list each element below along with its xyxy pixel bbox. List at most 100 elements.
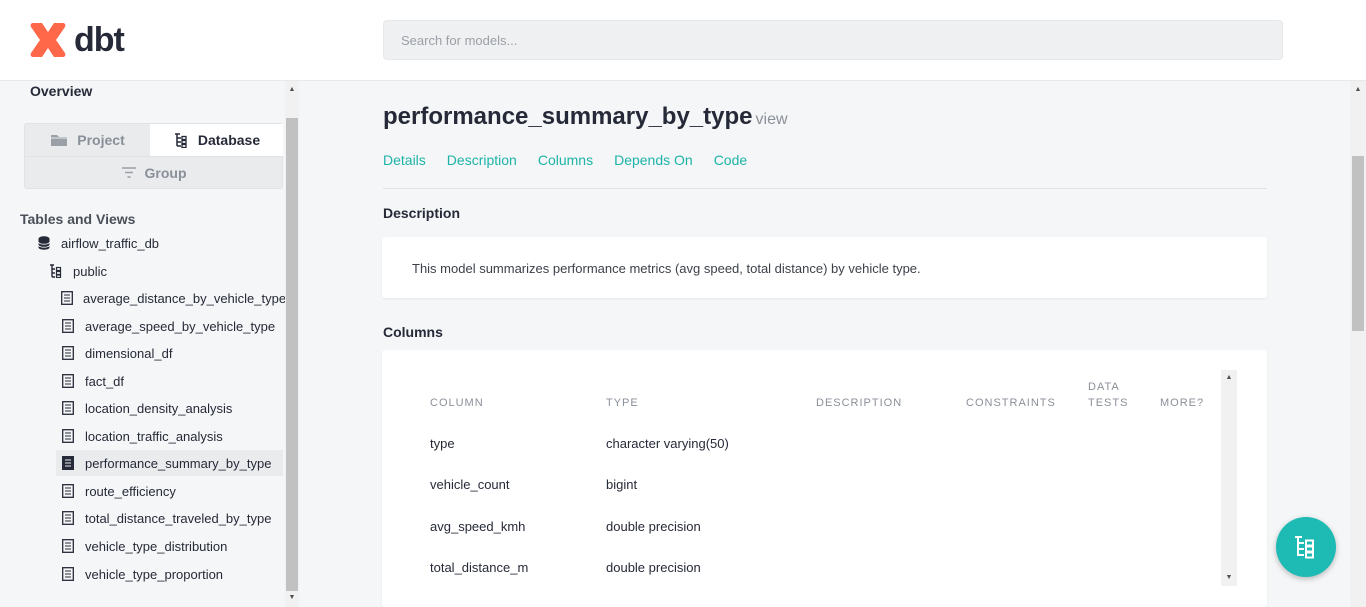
column-type-cell: double precision bbox=[606, 560, 701, 575]
header-column: COLUMN bbox=[430, 397, 484, 409]
tab-project[interactable]: Project bbox=[25, 124, 150, 156]
header-constraints: CONSTRAINTS bbox=[966, 397, 1056, 409]
model-name: performance_summary_by_type bbox=[383, 103, 753, 130]
tree-model-label: location_density_analysis bbox=[85, 400, 233, 416]
database-icon bbox=[37, 236, 51, 250]
document-icon bbox=[61, 401, 75, 415]
header-description: DESCRIPTION bbox=[816, 397, 903, 409]
tree-model-item[interactable]: location_traffic_analysis bbox=[56, 423, 283, 449]
tree-model-item[interactable]: dimensional_df bbox=[56, 340, 283, 366]
tree-model-label: dimensional_df bbox=[85, 345, 173, 361]
document-icon bbox=[61, 319, 75, 333]
tab-group[interactable]: Group bbox=[25, 156, 283, 188]
dbt-logo-icon bbox=[30, 23, 66, 57]
tab-group-label: Group bbox=[144, 164, 187, 181]
lineage-icon bbox=[1295, 536, 1314, 559]
nav-details[interactable]: Details bbox=[383, 152, 426, 168]
scroll-down-arrow-icon[interactable]: ▼ bbox=[285, 591, 299, 605]
document-icon bbox=[61, 346, 75, 360]
tree-model-label: average_speed_by_vehicle_type bbox=[85, 318, 276, 334]
scroll-up-arrow-icon[interactable]: ▲ bbox=[1352, 84, 1364, 96]
top-header: dbt bbox=[0, 0, 1366, 81]
tree-model-label: vehicle_type_proportion bbox=[85, 566, 224, 582]
tree-model-item[interactable]: average_distance_by_vehicle_type bbox=[56, 285, 287, 311]
columns-table-scrollbar[interactable]: ▲ ▼ bbox=[1221, 370, 1237, 586]
sidebar-tabs: Project Database Group bbox=[24, 123, 283, 189]
description-text: This model summarizes performance metric… bbox=[412, 261, 921, 276]
tab-database[interactable]: Database bbox=[150, 124, 283, 156]
tree-database-label: airflow_traffic_db bbox=[61, 235, 160, 251]
tree-model-label: average_distance_by_vehicle_type bbox=[83, 290, 287, 306]
nav-code[interactable]: Code bbox=[714, 152, 747, 168]
tree-model-item-active[interactable]: performance_summary_by_type bbox=[56, 450, 283, 476]
column-name-cell[interactable]: type bbox=[430, 436, 455, 451]
dbt-logo[interactable]: dbt bbox=[28, 20, 125, 60]
main-content: performance_summary_by_type view Details … bbox=[300, 81, 1350, 607]
header-data-tests-line2: TESTS bbox=[1088, 397, 1129, 409]
column-type-cell: bigint bbox=[606, 477, 638, 492]
columns-card: COLUMN TYPE DESCRIPTION CONSTRAINTS DATA… bbox=[382, 350, 1267, 607]
nav-description[interactable]: Description bbox=[447, 152, 517, 168]
document-icon bbox=[61, 291, 73, 305]
document-icon bbox=[61, 539, 75, 553]
tree-model-label: fact_df bbox=[85, 373, 125, 389]
nav-depends-on[interactable]: Depends On bbox=[614, 152, 693, 168]
tree-model-label: location_traffic_analysis bbox=[85, 428, 223, 444]
main-scrollbar-thumb[interactable] bbox=[1352, 156, 1364, 331]
tab-database-label: Database bbox=[197, 132, 261, 148]
tree-model-item[interactable]: fact_df bbox=[56, 368, 283, 394]
tree-model-label: total_distance_traveled_by_type bbox=[85, 510, 272, 526]
tree-schema-label: public bbox=[73, 263, 107, 279]
column-name-cell[interactable]: vehicle_count bbox=[430, 477, 510, 492]
header-more: MORE? bbox=[1160, 397, 1205, 409]
sidebar: Overview Project Database Group Tables a… bbox=[0, 81, 299, 607]
column-name-cell[interactable]: total_distance_m bbox=[430, 560, 528, 575]
page-title: performance_summary_by_type view bbox=[383, 103, 788, 131]
model-materialization: view bbox=[755, 111, 788, 128]
lineage-graph-button[interactable] bbox=[1276, 517, 1336, 577]
tree-model-label: vehicle_type_distribution bbox=[85, 538, 228, 554]
search-input[interactable] bbox=[383, 20, 1283, 60]
scroll-down-arrow-icon[interactable]: ▼ bbox=[1223, 572, 1235, 584]
column-type-cell: double precision bbox=[606, 519, 701, 534]
tree-model-label: route_efficiency bbox=[85, 483, 176, 499]
divider bbox=[383, 188, 1267, 189]
header-type: TYPE bbox=[606, 397, 639, 409]
tree-model-item[interactable]: average_speed_by_vehicle_type bbox=[56, 313, 283, 339]
tree-model-item[interactable]: location_density_analysis bbox=[56, 395, 283, 421]
overview-link[interactable]: Overview bbox=[30, 83, 92, 99]
hierarchy-icon bbox=[174, 132, 187, 148]
sidebar-scrollbar-thumb[interactable] bbox=[286, 118, 298, 591]
tree-model-item[interactable]: vehicle_type_distribution bbox=[56, 533, 283, 559]
document-icon bbox=[61, 567, 75, 581]
tree-model-item[interactable]: total_distance_traveled_by_type bbox=[56, 505, 283, 531]
document-filled-icon bbox=[61, 456, 75, 470]
document-icon bbox=[61, 484, 75, 498]
tree-schema[interactable]: public bbox=[49, 258, 107, 284]
section-nav: Details Description Columns Depends On C… bbox=[383, 152, 747, 168]
document-icon bbox=[61, 511, 75, 525]
document-icon bbox=[61, 374, 75, 388]
sidebar-scrollbar[interactable]: ▲ ▼ bbox=[285, 81, 299, 607]
tree-model-item[interactable]: route_efficiency bbox=[56, 478, 283, 504]
filter-icon bbox=[121, 167, 136, 178]
hierarchy-icon bbox=[49, 264, 63, 278]
tree-model-item[interactable]: vehicle_type_proportion bbox=[56, 561, 283, 587]
columns-heading: Columns bbox=[383, 324, 443, 340]
scroll-up-arrow-icon[interactable]: ▲ bbox=[1223, 372, 1235, 384]
tables-and-views-title: Tables and Views bbox=[20, 211, 136, 227]
description-heading: Description bbox=[383, 205, 461, 221]
logo-text: dbt bbox=[74, 21, 125, 59]
scroll-up-arrow-icon[interactable]: ▲ bbox=[285, 83, 299, 97]
document-icon bbox=[61, 429, 75, 443]
tree-database[interactable]: airflow_traffic_db bbox=[37, 230, 159, 256]
nav-columns[interactable]: Columns bbox=[538, 152, 593, 168]
folder-icon bbox=[51, 135, 68, 146]
header-data-tests-line1: DATA bbox=[1088, 381, 1120, 393]
tree-model-label: performance_summary_by_type bbox=[85, 455, 272, 471]
tab-project-label: Project bbox=[77, 132, 125, 148]
description-card: This model summarizes performance metric… bbox=[382, 237, 1267, 298]
column-type-cell: character varying(50) bbox=[606, 436, 729, 451]
main-scrollbar[interactable]: ▲ bbox=[1350, 81, 1366, 607]
column-name-cell[interactable]: avg_speed_kmh bbox=[430, 519, 525, 534]
